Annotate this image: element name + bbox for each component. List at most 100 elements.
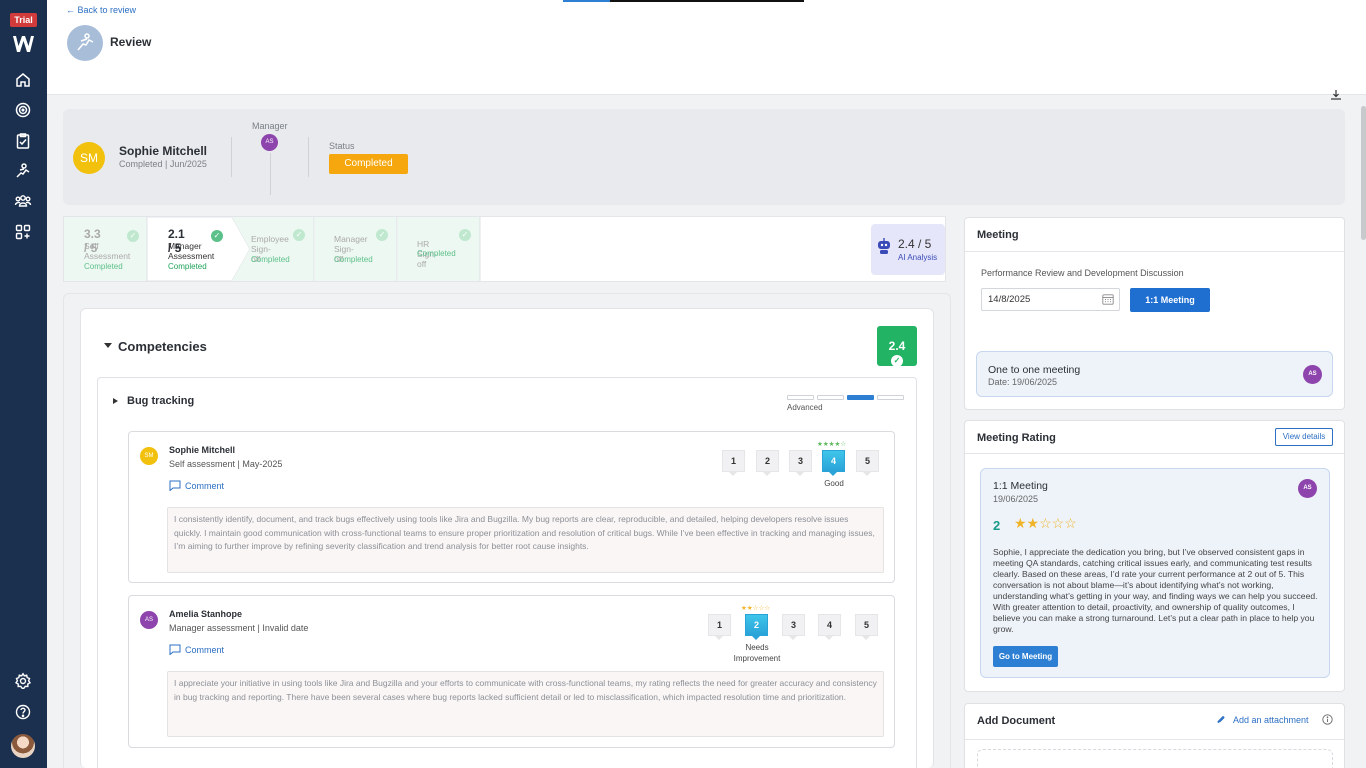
step-status: Completed (334, 255, 373, 264)
skill-title[interactable]: Bug tracking (127, 395, 194, 407)
rating-word: Needs Improvement (723, 642, 791, 664)
divider (270, 153, 271, 195)
employee-subtitle: Completed | Jun/2025 (119, 159, 207, 169)
rating-pointer (715, 636, 723, 640)
rating-option-4-selected[interactable]: 4 (822, 450, 845, 472)
assessor-avatar: AS (140, 611, 158, 629)
user-avatar[interactable] (11, 734, 35, 758)
target-icon[interactable] (14, 101, 32, 119)
meeting-date-input[interactable]: 14/8/2025 (981, 288, 1120, 311)
view-details-button[interactable]: View details (1275, 428, 1333, 446)
rating-pointer (789, 636, 797, 640)
apps-add-icon[interactable] (14, 223, 32, 241)
manager-assessment-card: AS Amelia Stanhope Manager assessment | … (128, 595, 895, 748)
status-badge: Completed (329, 154, 408, 174)
calendar-icon[interactable] (1102, 293, 1114, 305)
rating-pointer (829, 472, 837, 476)
divider (231, 137, 232, 177)
rating-option-5[interactable]: 5 (855, 614, 878, 636)
rating-pointer (796, 472, 804, 476)
comment-icon[interactable] (169, 480, 181, 491)
meeting-card-date: Date: 19/06/2025 (988, 377, 1058, 387)
rater-avatar: AS (1298, 479, 1317, 498)
rating-word-line: Needs (745, 643, 769, 652)
rating-pointer (825, 636, 833, 640)
ai-analysis-card[interactable]: 2.4 / 5 AI Analysis (871, 224, 945, 275)
rating-option-2-selected[interactable]: 2 (745, 614, 768, 636)
add-attachment-link[interactable]: Add an attachment (1233, 715, 1309, 725)
rating-number: 2 (993, 518, 1001, 533)
level-segment (817, 395, 844, 400)
competencies-title[interactable]: Competencies (118, 339, 207, 354)
step-status: Completed (84, 262, 123, 271)
rating-option-2[interactable]: 2 (756, 450, 779, 472)
rating-pointer (863, 472, 871, 476)
assessment-subtitle: Manager assessment | Invalid date (169, 623, 309, 633)
meeting-card[interactable]: One to one meeting Date: 19/06/2025 AS (976, 351, 1333, 397)
level-segment (787, 395, 814, 400)
ai-label: AI Analysis (898, 253, 938, 262)
profile-summary: SM Sophie Mitchell Completed | Jun/2025 … (63, 109, 1345, 205)
rating-option-5[interactable]: 5 (856, 450, 879, 472)
download-icon[interactable] (1330, 90, 1342, 100)
attendee-avatar: AS (1303, 365, 1322, 384)
help-icon[interactable] (14, 703, 32, 721)
logo-icon[interactable] (13, 36, 34, 52)
level-segment-active (847, 395, 874, 400)
caret-down-icon[interactable] (104, 343, 112, 348)
tab-indicator (563, 0, 804, 2)
review-icon[interactable] (14, 162, 32, 180)
check-icon: ✓ (376, 229, 388, 241)
rating-card-title: 1:1 Meeting (993, 480, 1048, 492)
rating-card-date: 19/06/2025 (993, 494, 1039, 504)
page-title: Review (110, 35, 152, 49)
review-stepper: 3.3 / 5 ✓ Self Assessment Completed 2.1 … (63, 216, 946, 282)
comment-link[interactable]: Comment (185, 481, 224, 491)
rating-stars: ★★★★☆ (817, 441, 847, 448)
one-on-one-meeting-button[interactable]: 1:1 Meeting (1130, 288, 1210, 312)
rating-option-3[interactable]: 3 (789, 450, 812, 472)
assessor-avatar: SM (140, 447, 158, 465)
rating-stars: ★★☆☆☆ (1014, 515, 1077, 531)
manager-avatar[interactable]: AS (261, 134, 278, 151)
top-header: ← Back to review Review (47, 0, 1366, 100)
clipboard-check-icon[interactable] (14, 132, 32, 150)
comment-link[interactable]: Comment (185, 645, 224, 655)
info-icon[interactable] (1322, 714, 1333, 725)
review-icon (77, 33, 94, 51)
go-to-meeting-button[interactable]: Go to Meeting (993, 646, 1058, 667)
back-link-label[interactable]: Back to review (78, 5, 137, 15)
team-icon[interactable] (14, 192, 32, 210)
level-label: Advanced (787, 403, 823, 412)
assessor-name: Amelia Stanhope (169, 609, 243, 619)
check-icon: ✓ (127, 230, 139, 242)
paperclip-icon[interactable] (1216, 715, 1226, 725)
step-label: Manager (334, 234, 368, 244)
rating-option-4[interactable]: 4 (818, 614, 841, 636)
back-link[interactable]: ← Back to review (66, 5, 136, 15)
comment-icon[interactable] (169, 644, 181, 655)
scrollbar-thumb[interactable] (1361, 106, 1366, 240)
settings-icon[interactable] (14, 672, 32, 690)
rating-option-1[interactable]: 1 (708, 614, 731, 636)
status-label: Status (329, 141, 355, 151)
rating-option-3[interactable]: 3 (782, 614, 805, 636)
rating-stars: ★★☆☆☆ (741, 605, 771, 612)
rating-pointer (763, 472, 771, 476)
add-document-panel: Add Document (964, 703, 1345, 768)
step-label: Assessment (84, 251, 131, 261)
upload-dropzone[interactable] (977, 749, 1333, 768)
assessment-subtitle: Self assessment | May-2025 (169, 459, 283, 469)
assessment-text[interactable]: I appreciate your initiative in using to… (167, 671, 884, 737)
step-label: Self (84, 241, 99, 251)
step-status: Completed (251, 255, 290, 264)
home-icon[interactable] (14, 71, 32, 89)
rating-option-1[interactable]: 1 (722, 450, 745, 472)
rating-word: Good (824, 479, 844, 488)
employee-avatar: SM (73, 142, 105, 174)
rating-word-line: Improvement (733, 654, 781, 663)
assessment-text[interactable]: I consistently identify, document, and t… (167, 507, 884, 573)
caret-right-icon[interactable] (113, 398, 118, 404)
check-icon: ✓ (293, 229, 305, 241)
competency-score-badge: 2.4 ✓ (877, 326, 917, 367)
